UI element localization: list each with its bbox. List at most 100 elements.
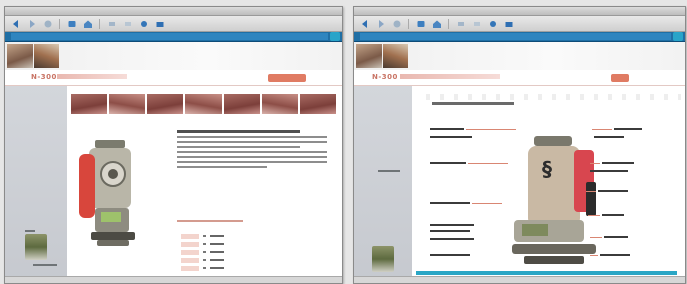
stop-icon[interactable] bbox=[390, 18, 403, 29]
text-line bbox=[177, 156, 327, 158]
status-bar bbox=[5, 276, 342, 283]
left-sidebar bbox=[5, 86, 67, 283]
callout-label bbox=[590, 170, 628, 172]
model-name: N-300 bbox=[372, 73, 398, 81]
browser-toolbar bbox=[354, 16, 685, 32]
banner-tile[interactable] bbox=[147, 94, 184, 114]
callout-label bbox=[590, 236, 628, 238]
text-line bbox=[177, 161, 327, 163]
url-field[interactable] bbox=[360, 33, 671, 40]
table-row bbox=[181, 248, 261, 256]
toolbar-separator bbox=[99, 18, 100, 29]
toolbar-separator bbox=[59, 18, 60, 29]
banner-tile[interactable] bbox=[185, 94, 222, 114]
banner-tile[interactable] bbox=[71, 94, 108, 114]
callout-label bbox=[594, 136, 624, 138]
favorites-icon[interactable] bbox=[470, 18, 483, 29]
home-icon[interactable] bbox=[81, 18, 94, 29]
forward-icon[interactable] bbox=[374, 18, 387, 29]
table-row bbox=[181, 256, 261, 264]
header-photos bbox=[356, 44, 408, 68]
brand-tagline bbox=[400, 74, 500, 79]
section-title bbox=[432, 102, 514, 105]
stop-icon[interactable] bbox=[41, 18, 54, 29]
print-icon[interactable] bbox=[502, 18, 515, 29]
refresh-icon[interactable] bbox=[65, 18, 78, 29]
forward-icon[interactable] bbox=[25, 18, 38, 29]
browser-toolbar bbox=[5, 16, 342, 32]
back-icon[interactable] bbox=[9, 18, 22, 29]
callout-label bbox=[588, 214, 624, 216]
site-header bbox=[354, 42, 685, 70]
nav-button[interactable] bbox=[611, 74, 629, 82]
header-photos bbox=[7, 44, 59, 68]
callout-label bbox=[430, 136, 472, 138]
page-content: N-300 bbox=[5, 42, 342, 283]
callout-label bbox=[586, 190, 628, 192]
brand-tagline bbox=[57, 74, 127, 79]
address-bar bbox=[5, 32, 342, 42]
table-row bbox=[181, 232, 261, 240]
site-header bbox=[5, 42, 342, 70]
search-icon[interactable] bbox=[454, 18, 467, 29]
status-bar bbox=[354, 276, 685, 283]
table-row bbox=[181, 264, 261, 272]
title-bar[interactable] bbox=[354, 7, 685, 16]
url-field[interactable] bbox=[11, 33, 328, 40]
table-row bbox=[181, 240, 261, 248]
page-content: N-300 § bbox=[354, 42, 685, 283]
address-bar bbox=[354, 32, 685, 42]
photo-banner bbox=[71, 94, 336, 114]
nav-button[interactable] bbox=[268, 74, 306, 82]
header-photo bbox=[33, 44, 59, 68]
home-icon[interactable] bbox=[430, 18, 443, 29]
header-photo bbox=[7, 44, 33, 68]
back-icon[interactable] bbox=[358, 18, 371, 29]
go-button[interactable] bbox=[673, 32, 683, 41]
refresh-icon[interactable] bbox=[414, 18, 427, 29]
text-line bbox=[177, 136, 327, 138]
callout-label bbox=[430, 224, 474, 226]
left-sidebar bbox=[354, 86, 412, 283]
banner-tile[interactable] bbox=[299, 94, 336, 114]
sidebar-caption bbox=[25, 230, 35, 232]
history-icon[interactable] bbox=[486, 18, 499, 29]
site-nav: N-300 bbox=[5, 71, 342, 86]
text-line bbox=[177, 166, 267, 168]
sidebar-caption bbox=[33, 264, 57, 266]
callout-label bbox=[590, 254, 630, 256]
instrument-image bbox=[75, 134, 147, 254]
banner-tile[interactable] bbox=[109, 94, 146, 114]
text-line bbox=[177, 141, 327, 143]
callout-label bbox=[430, 128, 516, 130]
instrument-diagram: § bbox=[504, 132, 614, 274]
favorites-icon[interactable] bbox=[121, 18, 134, 29]
intro-text bbox=[177, 130, 327, 171]
sidebar-thumbnail[interactable] bbox=[372, 246, 394, 272]
toolbar-separator bbox=[408, 18, 409, 29]
callout-label bbox=[430, 230, 470, 232]
text-line bbox=[177, 151, 327, 153]
callout-label bbox=[590, 162, 634, 164]
model-name: N-300 bbox=[31, 73, 57, 81]
banner-tile[interactable] bbox=[261, 94, 298, 114]
page-edge-decoration bbox=[416, 94, 681, 100]
sidebar-thumbnail[interactable] bbox=[25, 234, 47, 260]
svg-text:§: § bbox=[542, 157, 552, 181]
history-icon[interactable] bbox=[137, 18, 150, 29]
search-icon[interactable] bbox=[105, 18, 118, 29]
callout-label bbox=[430, 254, 470, 256]
print-icon[interactable] bbox=[153, 18, 166, 29]
callout-label bbox=[430, 238, 474, 240]
footer-bar bbox=[416, 271, 677, 275]
title-bar[interactable] bbox=[5, 7, 342, 16]
intro-heading bbox=[177, 130, 300, 133]
toolbar-separator bbox=[448, 18, 449, 29]
spec-table bbox=[181, 232, 261, 272]
text-line bbox=[177, 146, 300, 148]
go-button[interactable] bbox=[330, 32, 340, 41]
browser-window-product: N-300 bbox=[4, 6, 343, 284]
callout-label bbox=[430, 162, 508, 164]
banner-tile[interactable] bbox=[223, 94, 260, 114]
sidebar-caption bbox=[378, 170, 400, 172]
